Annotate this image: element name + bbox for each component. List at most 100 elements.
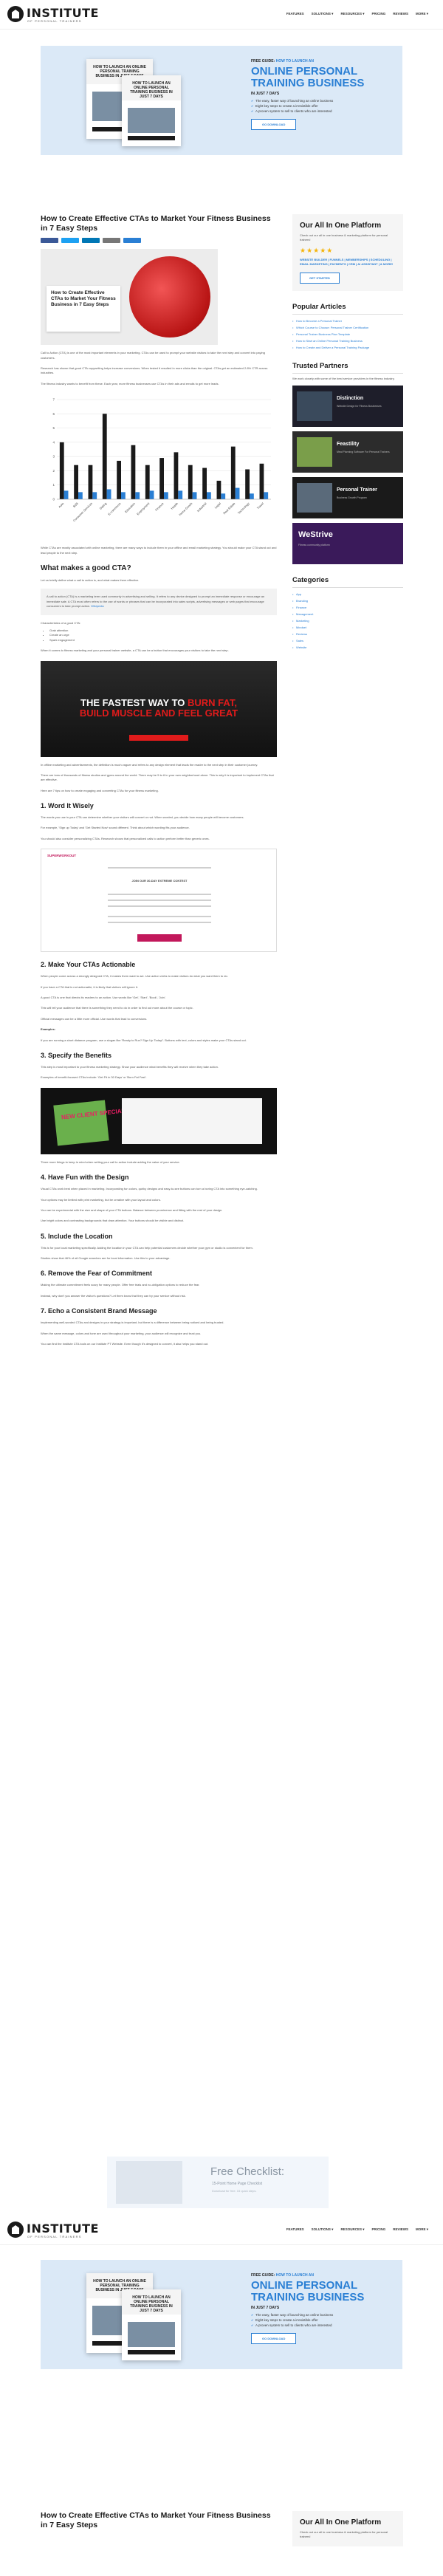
nav-item-pricing[interactable]: Pricing bbox=[371, 12, 385, 16]
nav-item-more[interactable]: More ▾ bbox=[416, 12, 428, 16]
email-title: JOIN OUR 30-DAY EXTREME CONTEST bbox=[131, 879, 188, 883]
nav-item-more[interactable]: More ▾ bbox=[416, 2227, 428, 2232]
popular-articles-list: How to Become a Personal Trainer Which C… bbox=[292, 319, 403, 350]
guide-book-cover-back: HOW TO LAUNCH AN ONLINE PERSONAL TRAININ… bbox=[122, 75, 181, 146]
download-guide-button[interactable]: GO DOWNLOAD bbox=[251, 118, 297, 130]
category-link[interactable]: Finance bbox=[292, 606, 403, 610]
paragraph: You can be experimental with the size an… bbox=[41, 1208, 223, 1212]
chart-bar bbox=[121, 492, 126, 500]
checklist-preview-image bbox=[116, 2161, 182, 2204]
paragraph: This is for your local marketing specifi… bbox=[41, 1245, 253, 1250]
paragraph: There are tons of thousands of fitness s… bbox=[41, 773, 274, 782]
category-link[interactable]: Reviews bbox=[292, 632, 403, 637]
category-link[interactable]: Management bbox=[292, 612, 403, 617]
banner-bullets: The easy, faster way of launching an onl… bbox=[251, 99, 399, 113]
paragraph: You can find the Institute CTA tools on … bbox=[41, 1342, 209, 1346]
step-heading-7: 7. Echo a Consistent Brand Message bbox=[41, 1307, 157, 1315]
popular-article-link[interactable]: How to Create and Deliver a Personal Tra… bbox=[292, 346, 403, 350]
site-logo[interactable]: INSTITUTE of Personal Trainers bbox=[7, 2220, 103, 2241]
nav-item-solutions[interactable]: Solutions ▾ bbox=[312, 2227, 334, 2232]
logo-mark-icon bbox=[7, 2222, 24, 2238]
paragraph: Let us briefly define what a call to act… bbox=[41, 578, 140, 582]
y-tick-label: 5 bbox=[52, 426, 55, 430]
nav-item-resources[interactable]: Resources ▾ bbox=[340, 2227, 364, 2232]
nav-item-reviews[interactable]: Reviews bbox=[393, 2227, 408, 2232]
step-heading-2: 2. Make Your CTAs Actionable bbox=[41, 961, 136, 969]
x-tick-label: Health bbox=[170, 501, 179, 510]
linkedin-share-icon[interactable] bbox=[82, 238, 100, 244]
paragraph: When it comes to fitness marketing and y… bbox=[41, 648, 229, 653]
chart-bar bbox=[78, 492, 83, 500]
paragraph: Here are 7 tips on how to create engagin… bbox=[41, 788, 159, 792]
x-tick-label: Industrial bbox=[196, 501, 207, 513]
free-checklist-promo[interactable]: Free Checklist: 15-Point Home Page Check… bbox=[107, 2157, 329, 2208]
popular-article-link[interactable]: How to Become a Personal Trainer bbox=[292, 319, 403, 323]
chart-bar bbox=[250, 493, 254, 500]
free-guide-banner: HOW TO LAUNCH AN ONLINE PERSONAL TRAININ… bbox=[41, 46, 402, 155]
banner-bullet: A proven system to sell to clients who a… bbox=[251, 109, 399, 113]
email-brand: SUPERWORKOUT bbox=[47, 854, 77, 858]
partner-westrive[interactable]: WeStrive Fitness community platform bbox=[292, 523, 403, 564]
nav-item-reviews[interactable]: Reviews bbox=[393, 12, 408, 16]
email-share-icon[interactable] bbox=[103, 238, 120, 244]
twitter-share-icon[interactable] bbox=[61, 238, 79, 244]
red-button-image bbox=[129, 256, 210, 338]
definition-quote: A call to action (CTA) is a marketing te… bbox=[41, 589, 277, 615]
facebook-share-icon[interactable] bbox=[41, 238, 58, 244]
logo-mark-icon bbox=[7, 6, 24, 22]
paragraph: You should also consider personalizing C… bbox=[41, 836, 210, 840]
paragraph: When the same message, colors and tone a… bbox=[41, 1331, 202, 1335]
paragraph: When people come across a strongly desig… bbox=[41, 974, 228, 979]
nav-item-features[interactable]: Features bbox=[286, 2227, 304, 2232]
y-tick-label: 7 bbox=[52, 398, 55, 402]
nav-item-resources[interactable]: Resources ▾ bbox=[340, 12, 364, 16]
nav-item-features[interactable]: Features bbox=[286, 12, 304, 16]
paragraph: Making the ultimate commitment feels sca… bbox=[41, 1283, 200, 1287]
partner-personal-trainer[interactable]: Personal Trainer Business Growth Program bbox=[292, 477, 403, 518]
paragraph: Your options may be limited with print m… bbox=[41, 1197, 161, 1202]
popular-article-link[interactable]: Which Course to Choose: Personal Trainer… bbox=[292, 326, 403, 330]
section-heading: What makes a good CTA? bbox=[41, 564, 131, 572]
paragraph: The words you use in your CTA can determ… bbox=[41, 815, 244, 820]
x-tick-label: Education bbox=[124, 501, 136, 513]
category-link[interactable]: Website bbox=[292, 645, 403, 650]
step-heading-6: 6. Remove the Fear of Commitment bbox=[41, 1270, 153, 1278]
chart-bar bbox=[207, 492, 211, 500]
popular-article-link[interactable]: How to Start an Online Personal Training… bbox=[292, 339, 403, 343]
category-link[interactable]: Mindset bbox=[292, 626, 403, 630]
category-link[interactable]: Sales bbox=[292, 639, 403, 643]
nav-item-solutions[interactable]: Solutions ▾ bbox=[312, 12, 334, 16]
free-guide-banner-repeat: HOW TO LAUNCH AN ONLINE PERSONAL TRAININ… bbox=[41, 2260, 402, 2369]
site-logo[interactable]: INSTITUTE of Personal Trainers bbox=[7, 4, 103, 25]
platform-box-repeat: Our All In One Platform Check out our al… bbox=[292, 2511, 403, 2546]
partners-text: We work closely with some of the best se… bbox=[292, 377, 395, 380]
chart-bar bbox=[74, 465, 78, 500]
popular-article-link[interactable]: Personal Trainer Business Plan Template bbox=[292, 332, 403, 337]
category-link[interactable]: Branding bbox=[292, 599, 403, 603]
chart-bar bbox=[131, 445, 136, 500]
download-guide-button[interactable]: GO DOWNLOAD bbox=[251, 2332, 297, 2344]
paragraph: Visual CTAs work best when placed in mar… bbox=[41, 1187, 258, 1191]
x-tick-label: Employment bbox=[136, 501, 151, 516]
more-share-icon[interactable] bbox=[123, 238, 141, 244]
category-link[interactable]: App bbox=[292, 592, 403, 597]
quote-source-link[interactable]: Wikipedia bbox=[91, 604, 103, 608]
banner-bullet: The easy, faster way of launching an onl… bbox=[251, 99, 399, 103]
chart-bar bbox=[164, 492, 168, 500]
partner-feastility[interactable]: Feastility Meal Planning Software For Pe… bbox=[292, 431, 403, 473]
category-link[interactable]: Marketing bbox=[292, 619, 403, 623]
chart-bar bbox=[235, 487, 240, 500]
x-tick-label: Finance bbox=[154, 501, 165, 512]
checklist-note: Download for free. 15 quick steps. bbox=[212, 2189, 257, 2193]
x-tick-label: Home Goods bbox=[178, 501, 193, 516]
nav-item-pricing[interactable]: Pricing bbox=[371, 2227, 385, 2232]
platform-text: Check out our all in one business & mark… bbox=[300, 233, 388, 242]
ctr-bar-chart: 0 1 2 3 4 5 6 7 Auto B2B Consumer Services Dating E-… bbox=[41, 392, 277, 540]
cta-characteristics-list: Grab attention Create an urge Spark enga… bbox=[41, 628, 277, 643]
chart-bar bbox=[188, 465, 193, 500]
paragraph: If you are running a short distance prog… bbox=[41, 1038, 247, 1042]
get-started-button[interactable]: GET STARTED bbox=[300, 273, 340, 284]
site-header-repeat: INSTITUTE of Personal Trainers Features … bbox=[0, 2216, 443, 2245]
partner-distinction[interactable]: Distinction Website Design for Fitness B… bbox=[292, 386, 403, 427]
chart-bar bbox=[102, 414, 107, 500]
